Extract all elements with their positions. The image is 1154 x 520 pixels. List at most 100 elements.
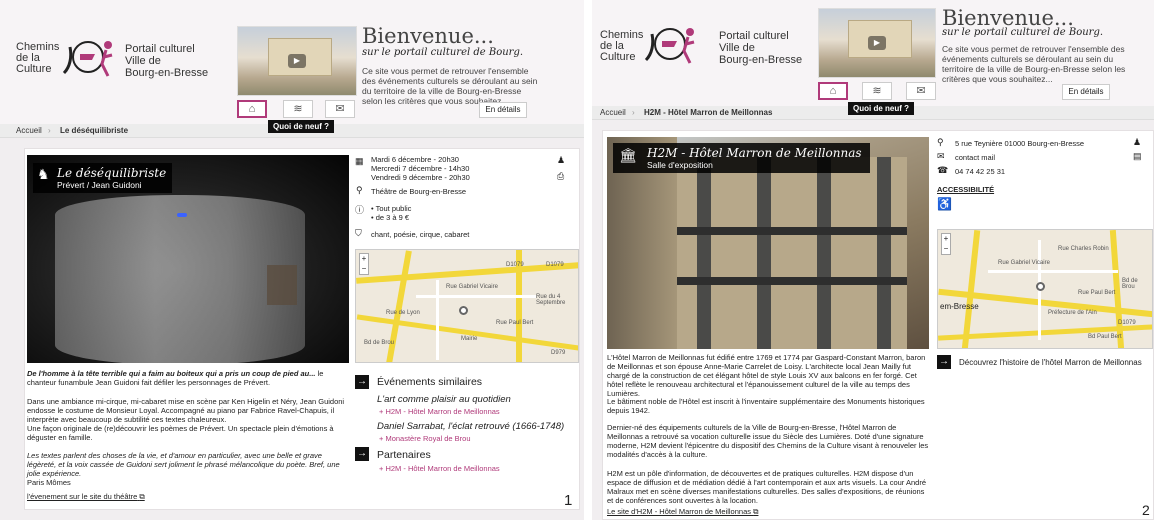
news-button[interactable]: ≋ xyxy=(283,100,313,118)
location-pin-icon: ⚲ xyxy=(937,137,944,147)
place-address: 5 rue Teynière 01000 Bourg-en-Bresse xyxy=(955,139,1085,148)
place-map[interactable]: + − em-Bresse Rue Charles Robin Rue Gabri… xyxy=(937,229,1153,349)
event-photo[interactable]: ♞ Le déséquilibriste Prévert / Jean Guid… xyxy=(27,155,349,363)
contact-link[interactable]: contact mail xyxy=(955,153,995,162)
home-icon: ⌂ xyxy=(248,103,256,115)
place-phone: 04 74 42 25 31 xyxy=(955,167,1006,176)
en-details-button[interactable]: En détails xyxy=(1062,84,1110,100)
arrow-right-icon[interactable]: → xyxy=(355,447,369,461)
news-tooltip: Quoi de neuf ? xyxy=(848,102,914,115)
welcome-subtitle: sur le portail culturel de Bourg. xyxy=(362,47,524,58)
breadcrumb-separator-icon: › xyxy=(48,126,51,135)
map-label: Rue du 4 Septembre xyxy=(536,294,566,306)
welcome-intro: Ce site vous permet de retrouver l'ensem… xyxy=(942,44,1126,84)
news-button[interactable]: ≋ xyxy=(862,82,892,100)
map-marker-icon[interactable] xyxy=(1036,282,1045,291)
map-label: Rue Gabriel Vicaire xyxy=(998,260,1050,266)
date-3: Vendredi 9 décembre - 20h30 xyxy=(371,173,470,182)
portal-title: Portail culturel Ville de Bourg-en-Bress… xyxy=(719,30,803,66)
event-lead: De l'homme à la tête terrible qui a faim… xyxy=(27,369,324,387)
map-label: D1079 xyxy=(506,262,524,268)
map-zoom-control[interactable]: + − xyxy=(359,253,369,275)
en-details-button[interactable]: En détails xyxy=(479,102,527,118)
contact-card-icon[interactable]: ▤ xyxy=(1133,151,1142,162)
chemins-logo-icon[interactable] xyxy=(642,24,698,70)
person-icon: ♟ xyxy=(1133,137,1142,147)
partner-link[interactable]: + H2M - Hôtel Marron de Meillonnas xyxy=(379,464,500,473)
quote-source: Paris Mômes xyxy=(27,478,71,487)
site-logo-text[interactable]: Chemins de la Culture xyxy=(600,30,643,63)
arrow-right-icon[interactable]: → xyxy=(355,375,369,389)
event-title: Le déséquilibriste xyxy=(57,166,167,180)
museum-icon: 🏛 xyxy=(619,147,637,163)
wheelchair-icon: ♿ xyxy=(937,197,952,211)
event-map[interactable]: + − Rue Gabriel Vicaire Rue de Lyon D1079… xyxy=(355,249,579,363)
event-dates: Mardi 6 décembre - 20h30 Mercredi 7 déce… xyxy=(371,155,541,182)
mail-icon: ✉ xyxy=(916,85,926,97)
chemins-logo-icon[interactable] xyxy=(60,37,116,83)
place-paragraph-2: Le bâtiment noble de l'Hôtel est inscrit… xyxy=(607,397,925,415)
place-title-label: 🏛 H2M - Hôtel Marron de Meillonnas Salle… xyxy=(613,143,870,173)
breadcrumb-separator-icon: › xyxy=(632,108,635,117)
map-zoom-control[interactable]: + − xyxy=(941,233,951,255)
map-marker-icon[interactable] xyxy=(459,306,468,315)
event-paragraph-1: Dans une ambiance mi-cirque, mi-cabaret … xyxy=(27,397,345,424)
event-venue[interactable]: Théâtre de Bourg-en-Bresse xyxy=(371,187,466,196)
place-paragraph-4: H2M est un pôle d'information, de découv… xyxy=(607,469,926,505)
panel-number: 1 xyxy=(564,492,573,509)
screenshot-place-page: Chemins de la Culture Portail culturel V… xyxy=(592,0,1154,520)
breadcrumb-home[interactable]: Accueil xyxy=(600,108,626,117)
welcome-intro: Ce site vous permet de retrouver l'ensem… xyxy=(362,66,538,106)
info-icon: ⓘ xyxy=(355,205,365,215)
pdf-icon[interactable]: ⎙ xyxy=(557,171,564,182)
screenshot-event-page: Chemins de la Culture Portail culturel V… xyxy=(0,0,584,520)
event-info-list: • Tout public • de 3 à 9 € xyxy=(371,204,411,222)
place-paragraph-1: L'Hôtel Marron de Meillonnas fut édifié … xyxy=(607,353,926,398)
accessibility-title[interactable]: ACCESSIBILITÉ xyxy=(937,185,994,194)
map-label: Bd de Brou xyxy=(1122,278,1138,290)
similar-event-title[interactable]: L'art comme plaisir au quotidien xyxy=(377,394,511,405)
welcome-title: Bienvenue... xyxy=(362,24,494,48)
wifi-icon: ≋ xyxy=(293,103,303,115)
news-tooltip: Quoi de neuf ? xyxy=(268,120,334,133)
place-photo[interactable]: 🏛 H2M - Hôtel Marron de Meillonnas Salle… xyxy=(607,137,929,349)
similar-event-place[interactable]: + Monastère Royal de Brou xyxy=(379,434,471,443)
history-link[interactable]: Découvrez l'histoire de l'hôtel Marron d… xyxy=(959,358,1142,367)
welcome-subtitle: sur le portail culturel de Bourg. xyxy=(942,27,1104,38)
mail-button[interactable]: ✉ xyxy=(325,100,355,118)
site-logo-text[interactable]: Chemins de la Culture xyxy=(16,42,59,75)
info-item: • de 3 à 9 € xyxy=(371,213,410,222)
mail-button[interactable]: ✉ xyxy=(906,82,936,100)
h2m-site-link[interactable]: Le site d'H2M - Hôtel Marron de Meillonn… xyxy=(607,507,758,516)
hero-video-thumbnail[interactable]: ▶ xyxy=(237,26,357,96)
home-icon: ⌂ xyxy=(829,85,837,97)
place-paragraph-3: Dernier-né des équipements culturels de … xyxy=(607,423,929,459)
breadcrumb-current: Le déséquilibriste xyxy=(60,126,129,135)
event-title-label: ♞ Le déséquilibriste Prévert / Jean Guid… xyxy=(33,163,173,193)
play-icon[interactable]: ▶ xyxy=(868,36,886,50)
map-label: Rue Paul Bert xyxy=(496,320,534,326)
location-pin-icon: ⚲ xyxy=(356,185,363,195)
theatre-link[interactable]: l'évenement sur le site du théâtre ⧉ xyxy=(27,492,145,501)
envelope-icon: ✉ xyxy=(937,151,945,161)
similar-event-place[interactable]: + H2M - Hôtel Marron de Meillonnas xyxy=(379,407,500,416)
home-button[interactable]: ⌂ xyxy=(818,82,848,100)
arrow-right-icon[interactable]: → xyxy=(937,355,951,369)
hero-video-thumbnail[interactable]: ▶ xyxy=(818,8,936,78)
play-icon[interactable]: ▶ xyxy=(288,54,306,68)
breadcrumb-home[interactable]: Accueil xyxy=(16,126,42,135)
map-label: D1079 xyxy=(546,262,564,268)
mail-icon: ✉ xyxy=(335,103,345,115)
external-link-icon: ⧉ xyxy=(139,492,145,501)
phone-icon: ☎ xyxy=(937,165,949,175)
calendar-icon: ▦ xyxy=(355,156,364,166)
home-button[interactable]: ⌂ xyxy=(237,100,267,118)
map-label: Bd Paul Bert xyxy=(1088,334,1122,340)
info-item: • Tout public xyxy=(371,204,412,213)
breadcrumb-current: H2M - Hôtel Marron de Meillonnas xyxy=(644,108,773,117)
map-label: Préfecture de l'Ain xyxy=(1048,310,1097,316)
map-label: D979 xyxy=(551,350,566,356)
map-label: Rue de Lyon xyxy=(386,310,420,316)
wifi-icon: ≋ xyxy=(872,85,882,97)
similar-event-title[interactable]: Daniel Sarrabat, l'éclat retrouvé (1666-… xyxy=(377,421,564,432)
